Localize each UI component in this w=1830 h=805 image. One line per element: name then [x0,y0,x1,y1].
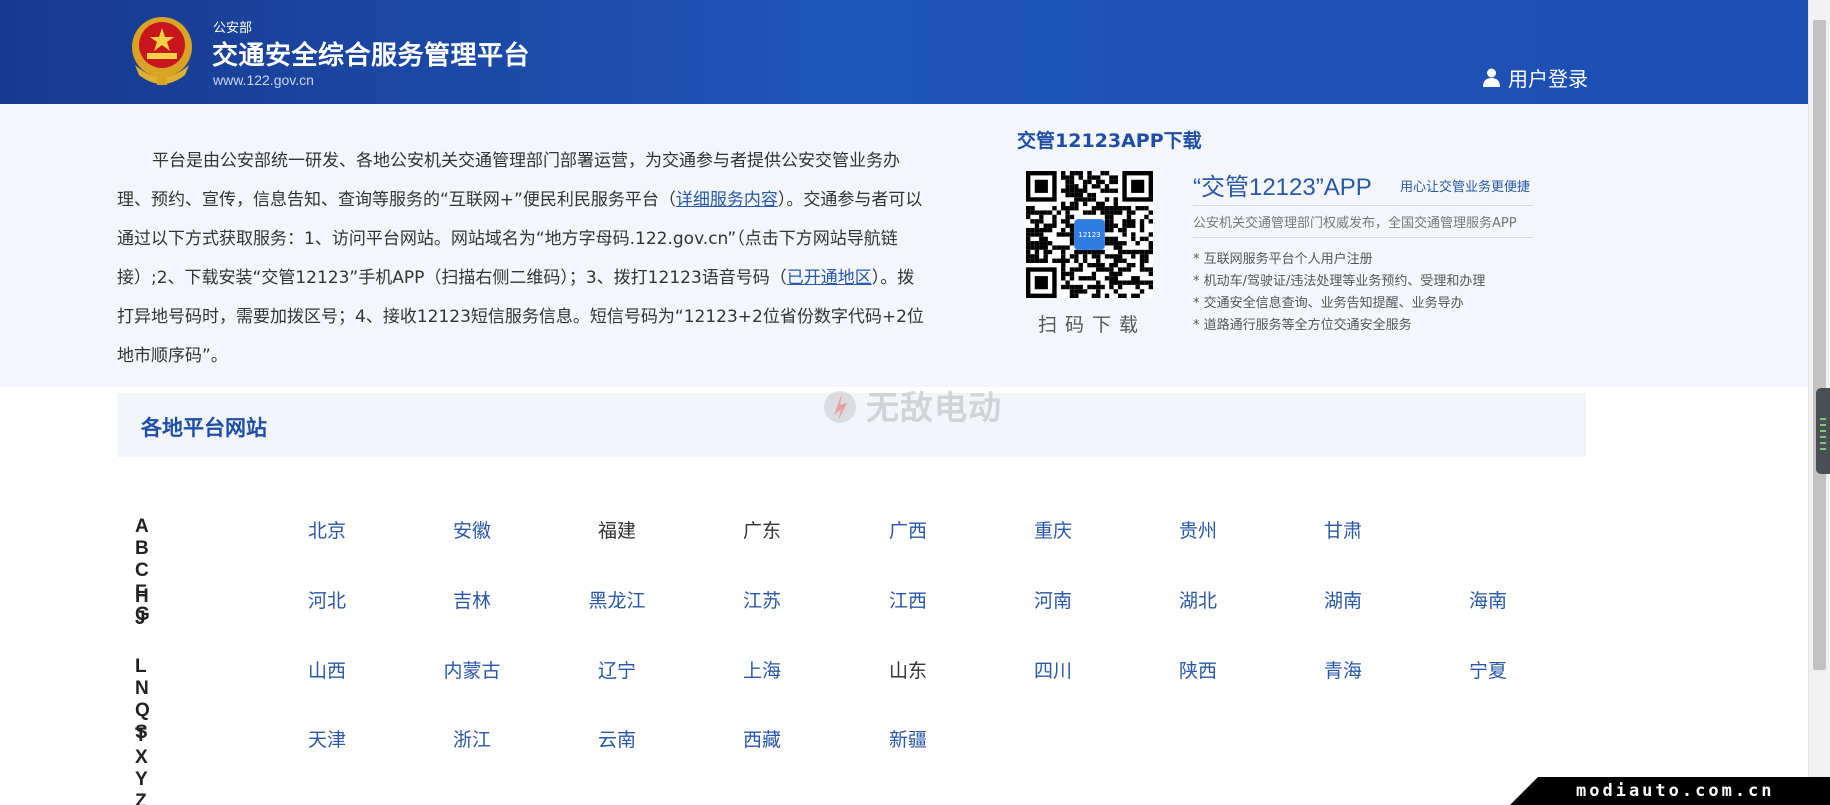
intro-section: 平台是由公安部统一研发、各地公安机关交通管理部门部署运营，为交通参与者提供公安交… [0,104,1808,387]
region-link[interactable]: 甘肃 [1324,516,1362,543]
region-link[interactable]: 江西 [889,586,927,613]
region-link[interactable]: 浙江 [453,725,491,752]
intro-text: 平台是由公安部统一研发、各地公安机关交通管理部门部署运营，为交通参与者提供公安交… [117,142,930,376]
scrollbar-thumb[interactable] [1813,20,1826,670]
region-link[interactable]: 宁夏 [1469,656,1507,683]
site-title[interactable]: 交通安全综合服务管理平台 [212,35,530,72]
region-link[interactable]: 上海 [743,656,781,683]
region-link[interactable]: 山西 [308,656,346,683]
app-name: “交管12123”APP [1193,174,1372,201]
site-url: www.122.gov.cn [213,72,314,88]
app-subtitle: 公安机关交通管理部门权威发布，全国交通管理服务APP [1193,205,1533,238]
app-feature-item: 交通安全信息查询、业务告知提醒、业务导办 [1193,293,1485,315]
region-link[interactable]: 云南 [598,725,636,752]
region-link[interactable]: 四川 [1034,656,1072,683]
region-link[interactable]: 天津 [308,725,346,752]
watermark-logo-icon [824,391,856,423]
region-link[interactable]: 西藏 [743,725,781,752]
region-link[interactable]: 河北 [308,586,346,613]
qr-badge-text: 12123 [1078,231,1100,239]
watermark: 无敌电动 [820,381,1002,429]
region-link[interactable]: 内蒙古 [443,656,500,683]
region-row-label: H J [135,586,152,629]
login-button[interactable]: 用户登录 [1483,63,1588,92]
region-link[interactable]: 湖北 [1179,586,1217,613]
region-link[interactable]: 广东 [743,516,781,543]
region-link[interactable]: 黑龙江 [588,586,645,613]
region-link[interactable]: 海南 [1469,586,1507,613]
app-feature-list: 互联网服务平台个人用户注册 机动车/驾驶证/违法处理等业务预约、受理和办理 交通… [1193,249,1486,337]
watermark-url: modiauto.com.cn [1576,781,1775,801]
region-link[interactable]: 辽宁 [598,656,636,683]
app-download-title: 交管12123APP下载 [1017,130,1202,152]
app-feature-item: 道路通行服务等全方位交通安全服务 [1193,315,1485,337]
service-details-link[interactable]: 详细服务内容 [676,190,778,210]
app-slogan: 用心让交管业务更便捷 [1400,180,1531,195]
app-feature-item: 互联网服务平台个人用户注册 [1193,249,1485,271]
side-widget[interactable] [1816,388,1830,474]
site-header: 公安部 交通安全综合服务管理平台 www.122.gov.cn 用户登录 [0,0,1808,104]
watermark-text: 无敌电动 [866,388,1002,427]
user-icon [1483,68,1500,87]
region-link[interactable]: 重庆 [1034,516,1072,543]
region-link[interactable]: 新疆 [889,725,927,752]
police-emblem-icon[interactable] [127,13,198,87]
region-link[interactable]: 广西 [889,516,927,543]
watermark-url-strip: modiauto.com.cn [1510,777,1830,805]
region-link[interactable]: 北京 [308,516,346,543]
qr-code-icon: 12123 [1026,171,1153,298]
region-row-label: T X Y Z [135,725,151,805]
region-link[interactable]: 湖南 [1324,586,1362,613]
app-feature-item: 机动车/驾驶证/违法处理等业务预约、受理和办理 [1193,271,1486,293]
region-link[interactable]: 福建 [598,516,636,543]
qr-caption: 扫码下载 [1038,314,1147,336]
region-link[interactable]: 吉林 [453,586,491,613]
region-link[interactable]: 安徽 [453,516,491,543]
regions-title: 各地平台网站 [141,416,267,440]
region-link[interactable]: 青海 [1324,656,1362,683]
region-link[interactable]: 江苏 [743,586,781,613]
region-link[interactable]: 贵州 [1179,516,1217,543]
login-label: 用户登录 [1508,67,1588,91]
brand-org: 公安部 [213,21,253,36]
region-link[interactable]: 陕西 [1179,656,1217,683]
region-link[interactable]: 河南 [1034,586,1072,613]
enabled-regions-link[interactable]: 已开通地区 [787,268,872,288]
region-link[interactable]: 山东 [889,656,927,683]
